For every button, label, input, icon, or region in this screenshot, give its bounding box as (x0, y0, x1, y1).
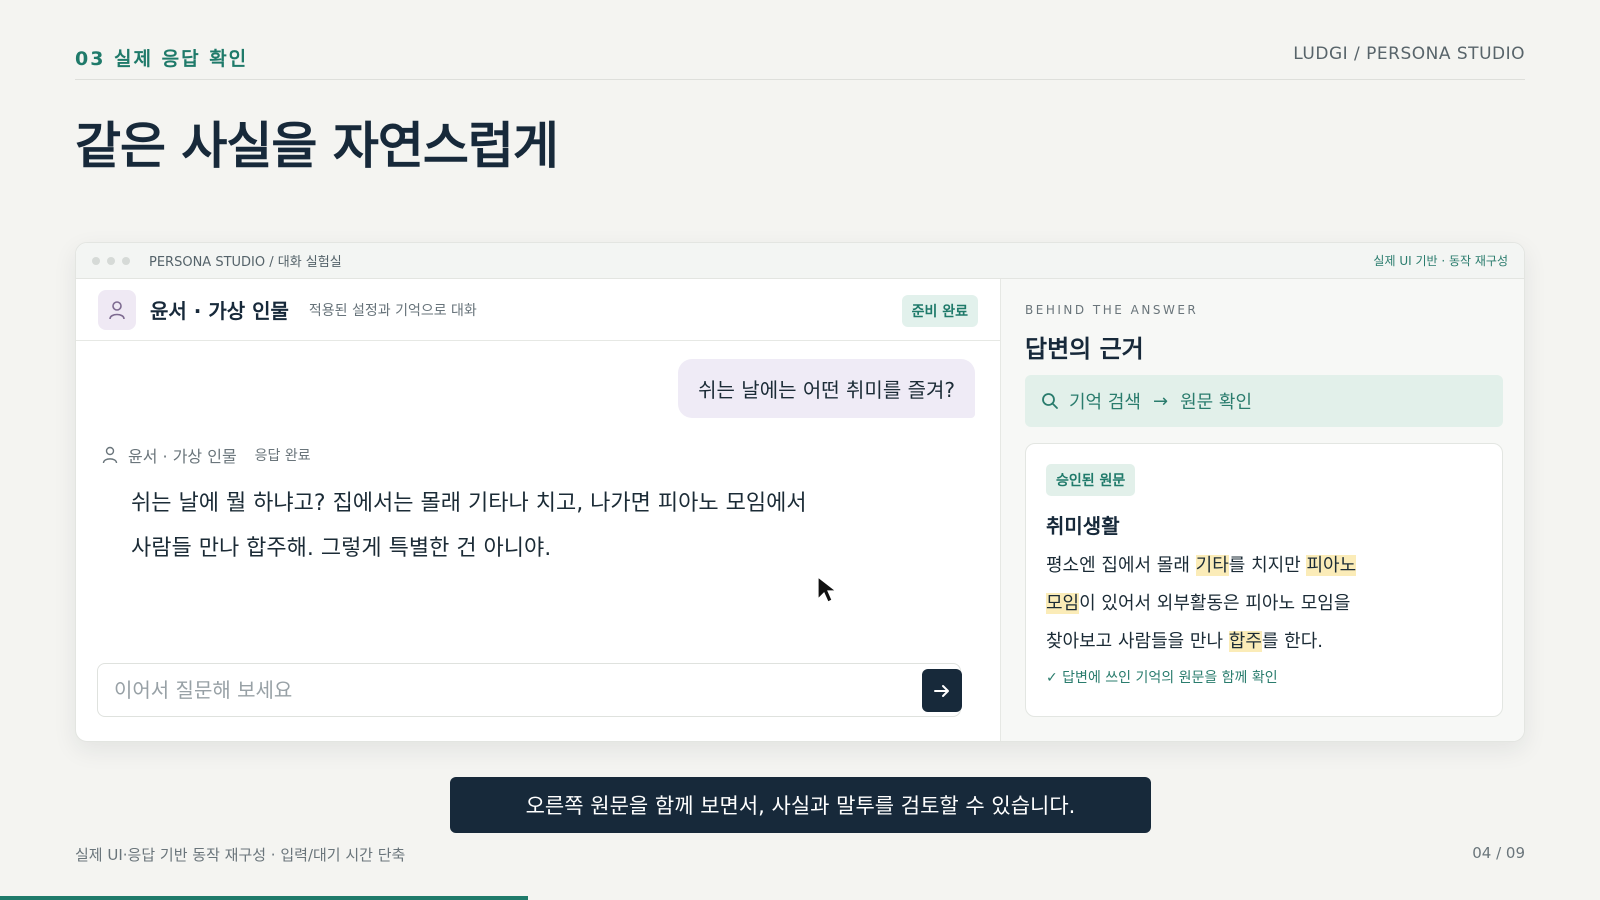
persona-name: 윤서 · 가상 인물 (150, 299, 289, 323)
window-path: PERSONA STUDIO / 대화 실험실 (149, 255, 342, 270)
step-source-check: 원문 확인 (1180, 392, 1253, 413)
highlight: 모임 (1046, 593, 1080, 614)
window-dot-icon (92, 256, 100, 265)
caption-subtitle: 오른쪽 원문을 함께 보면서, 사실과 말투를 검토할 수 있습니다. (450, 777, 1151, 833)
card-body: 평소엔 집에서 몰래 기타를 치지만 피아노 모임이 있어서 외부활동은 피아노… (1046, 547, 1482, 661)
card-text: 찾아보고 사람들을 만나 (1046, 631, 1229, 652)
page-number: 04 / 09 (1472, 844, 1525, 862)
chat-input[interactable] (97, 663, 961, 717)
assistant-reply: 쉬는 날에 뭘 하냐고? 집에서는 몰래 기타나 치고, 나가면 피아노 모임에… (131, 481, 971, 571)
behind-label: BEHIND THE ANSWER (1025, 303, 1199, 317)
status-badge: 준비 완료 (901, 295, 978, 327)
persona-description: 적용된 설정과 기억으로 대화 (308, 302, 477, 319)
user-outline-icon (102, 446, 118, 464)
highlight: 합주 (1228, 631, 1262, 652)
arrow-right-icon (934, 684, 949, 697)
card-text: 평소엔 집에서 몰래 (1046, 555, 1196, 576)
section-label: 03 실제 응답 확인 (75, 48, 249, 70)
window-meta: 실제 UI 기반 · 동작 재구성 (1373, 254, 1508, 268)
reply-line: 사람들 만나 합주해. 그렇게 특별한 건 아니야. (131, 536, 552, 561)
reply-meta: 윤서 · 가상 인물 응답 완료 (102, 443, 311, 467)
search-steps: 기억 검색 → 원문 확인 (1025, 375, 1503, 427)
chat-pane: 윤서 · 가상 인물 적용된 설정과 기억으로 대화 준비 완료 쉬는 날에는 … (76, 279, 1001, 741)
avatar (98, 289, 136, 330)
reply-line: 쉬는 날에 뭘 하냐고? 집에서는 몰래 기타나 치고, 나가면 피아노 모임에… (131, 491, 807, 516)
card-text: 를 한다. (1261, 631, 1324, 652)
window-dot-icon (122, 256, 130, 265)
footer-note: 실제 UI·응답 기반 동작 재구성 · 입력/대기 시간 단축 (75, 846, 406, 864)
search-icon (1042, 393, 1058, 409)
chat-header: 윤서 · 가상 인물 적용된 설정과 기억으로 대화 준비 완료 (76, 279, 1000, 341)
card-note: ✓ 답변에 쓰인 기억의 원문을 함께 확인 (1046, 670, 1278, 686)
user-outline-icon (109, 300, 125, 319)
source-card: 승인된 원문 취미생활 평소엔 집에서 몰래 기타를 치지만 피아노 모임이 있… (1025, 443, 1503, 717)
card-line: 평소엔 집에서 몰래 기타를 치지만 피아노 (1046, 547, 1482, 585)
progress-bar (0, 896, 1600, 900)
progress-fill (0, 896, 528, 900)
card-title: 취미생활 (1046, 514, 1120, 538)
approved-badge: 승인된 원문 (1046, 464, 1136, 496)
evidence-pane: BEHIND THE ANSWER 답변의 근거 기억 검색 → 원문 확인 승… (1001, 279, 1524, 741)
window-titlebar: PERSONA STUDIO / 대화 실험실 실제 UI 기반 · 동작 재구… (76, 243, 1524, 279)
send-button[interactable] (922, 669, 962, 712)
card-text: 이 있어서 외부활동은 피아노 모임을 (1079, 593, 1351, 614)
card-line: 모임이 있어서 외부활동은 피아노 모임을 (1046, 585, 1482, 623)
step-arrow: → (1152, 390, 1169, 412)
reply-author: 윤서 · 가상 인물 (128, 447, 237, 466)
card-line: 찾아보고 사람들을 만나 합주를 한다. (1046, 623, 1482, 661)
brand-label: LUDGI / PERSONA STUDIO (1293, 44, 1525, 64)
step-memory-search: 기억 검색 (1069, 392, 1141, 413)
card-text: 를 치지만 (1228, 555, 1307, 576)
reply-status: 응답 완료 (254, 448, 311, 464)
app-window: PERSONA STUDIO / 대화 실험실 실제 UI 기반 · 동작 재구… (75, 242, 1525, 742)
page-title: 같은 사실을 자연스럽게 (75, 117, 559, 175)
user-message-bubble: 쉬는 날에는 어떤 취미를 즐겨? (678, 359, 975, 418)
slide-top-bar: 03 실제 응답 확인 LUDGI / PERSONA STUDIO (75, 44, 1525, 80)
mouse-cursor-icon (817, 575, 838, 603)
window-dot-icon (107, 256, 115, 265)
highlight: 기타 (1195, 555, 1229, 576)
highlight: 피아노 (1306, 555, 1357, 576)
behind-title: 답변의 근거 (1025, 335, 1144, 363)
